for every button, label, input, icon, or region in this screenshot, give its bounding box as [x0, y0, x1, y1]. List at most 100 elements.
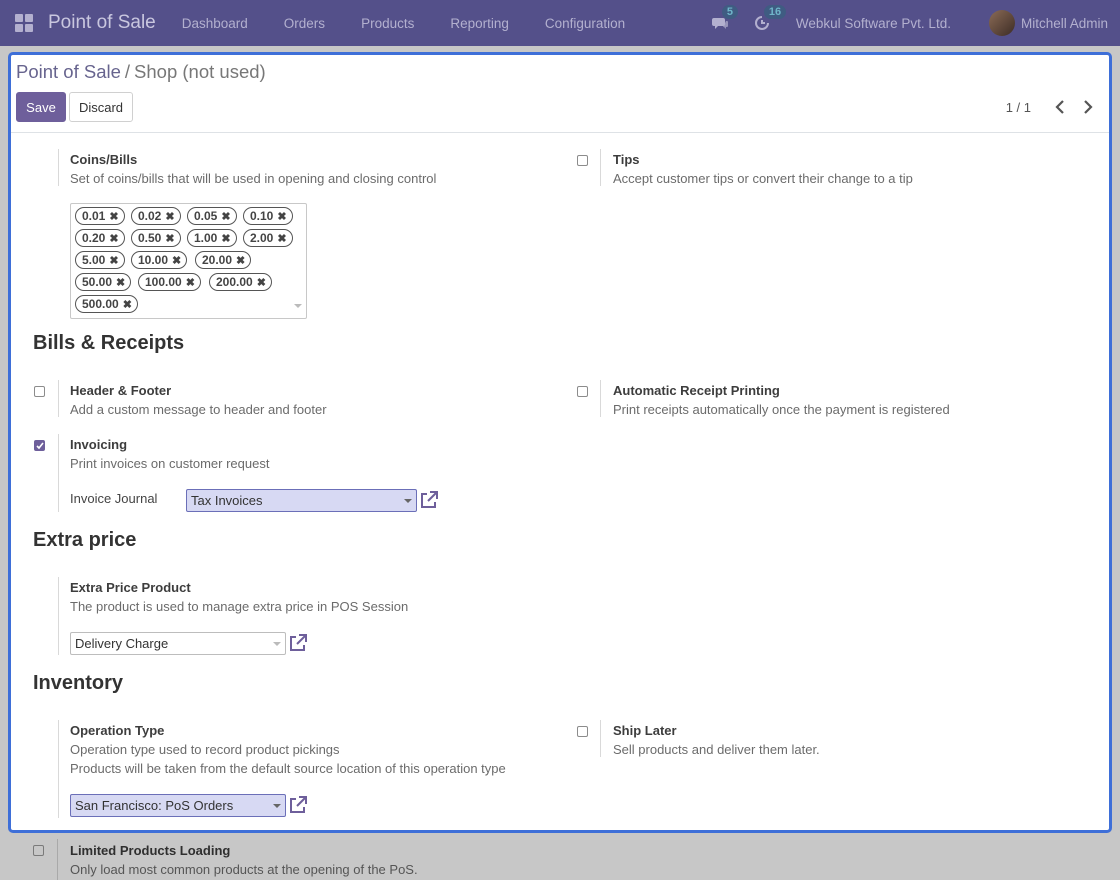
user-menu[interactable]: Mitchell Admin — [1021, 16, 1108, 31]
activities-button[interactable]: 16 — [754, 5, 787, 31]
top-navbar: Point of Sale Dashboard Orders Products … — [0, 0, 1120, 46]
remove-tag-icon[interactable]: ✖ — [257, 276, 266, 289]
invoice-journal-select[interactable]: Tax Invoices — [186, 489, 417, 512]
coin-tag-value: 0.01 — [82, 209, 106, 223]
header-footer-checkbox[interactable] — [34, 386, 45, 397]
coin-tag: 0.02 ✖ — [131, 207, 181, 225]
apps-grid-icon[interactable] — [0, 0, 48, 46]
remove-tag-icon[interactable]: ✖ — [109, 254, 118, 267]
remove-tag-icon[interactable]: ✖ — [236, 254, 245, 267]
header-footer-title: Header & Footer — [70, 383, 172, 398]
operation-type-desc-2: Products will be taken from the default … — [70, 761, 506, 776]
limited-products-loading-desc: Only load most common products at the op… — [70, 862, 418, 877]
extra-price-product-desc: The product is used to manage extra pric… — [70, 599, 409, 614]
chevron-down-icon — [273, 642, 281, 646]
pager-next-button[interactable] — [1081, 99, 1095, 115]
coins-bills-desc: Set of coins/bills that will be used in … — [70, 171, 437, 186]
coin-tag: 20.00 ✖ — [195, 251, 252, 269]
chevron-left-icon — [1055, 100, 1064, 114]
coin-tag: 200.00 ✖ — [209, 273, 272, 291]
discard-button[interactable]: Discard — [69, 92, 133, 122]
coin-tag-value: 500.00 — [82, 297, 119, 311]
invoicing-checkbox[interactable] — [34, 440, 45, 451]
invoice-journal-label: Invoice Journal — [70, 491, 158, 506]
setting-divider — [58, 577, 59, 655]
external-link-icon[interactable] — [288, 633, 308, 653]
chevron-down-icon — [273, 804, 281, 808]
breadcrumb-current: Shop (not used) — [134, 61, 266, 82]
coin-tag: 1.00 ✖ — [187, 229, 237, 247]
coin-tag-value: 100.00 — [145, 275, 182, 289]
coin-tag: 2.00 ✖ — [243, 229, 293, 247]
coin-tag: 10.00 ✖ — [131, 251, 188, 269]
remove-tag-icon[interactable]: ✖ — [116, 276, 125, 289]
operation-type-select[interactable]: San Francisco: PoS Orders — [70, 794, 286, 817]
operation-type-desc: Operation type used to record product pi… — [70, 742, 340, 757]
remove-tag-icon[interactable]: ✖ — [165, 210, 174, 223]
app-name[interactable]: Point of Sale — [48, 12, 156, 34]
coin-tag-value: 10.00 — [138, 253, 169, 267]
pager-previous-button[interactable] — [1053, 99, 1067, 115]
messages-button[interactable]: 5 — [711, 5, 738, 31]
operation-type-value: San Francisco: PoS Orders — [75, 798, 234, 813]
remove-tag-icon[interactable]: ✖ — [277, 232, 286, 245]
remove-tag-icon[interactable]: ✖ — [186, 276, 195, 289]
remove-tag-icon[interactable]: ✖ — [277, 210, 286, 223]
auto-receipt-printing-checkbox[interactable] — [577, 386, 588, 397]
coins-bills-tags-input[interactable]: 0.01 ✖ 0.02 ✖ 0.05 ✖ 0.10 ✖ 0.20 ✖ 0.50 ✖ 1.00… — [70, 203, 307, 319]
coin-tag-value: 0.50 — [138, 231, 162, 245]
coin-tag-value: 0.20 — [82, 231, 106, 245]
background-settings-area: Limited Products Loading Only load most … — [0, 833, 1120, 880]
ship-later-desc: Sell products and deliver them later. — [613, 742, 820, 757]
auto-receipt-printing-title: Automatic Receipt Printing — [613, 383, 780, 398]
coin-tag: 0.50 ✖ — [131, 229, 181, 247]
coin-tag-value: 0.05 — [194, 209, 218, 223]
remove-tag-icon[interactable]: ✖ — [172, 254, 181, 267]
extra-price-product-select[interactable]: Delivery Charge — [70, 632, 286, 655]
tips-title: Tips — [613, 152, 640, 167]
menu-products[interactable]: Products — [361, 16, 414, 31]
menu-configuration[interactable]: Configuration — [545, 16, 625, 31]
coin-tag: 0.05 ✖ — [187, 207, 237, 225]
tips-desc: Accept customer tips or convert their ch… — [613, 171, 913, 186]
extra-price-product-title: Extra Price Product — [70, 580, 191, 595]
remove-tag-icon[interactable]: ✖ — [221, 210, 230, 223]
setting-divider — [600, 720, 601, 757]
limited-products-loading-title: Limited Products Loading — [70, 843, 231, 858]
breadcrumb-root[interactable]: Point of Sale — [16, 61, 121, 82]
remove-tag-icon[interactable]: ✖ — [165, 232, 174, 245]
auto-receipt-printing-desc: Print receipts automatically once the pa… — [613, 402, 950, 417]
menu-dashboard[interactable]: Dashboard — [182, 16, 248, 31]
user-avatar[interactable] — [988, 10, 1015, 36]
invoicing-title: Invoicing — [70, 437, 128, 452]
coin-tag: 0.01 ✖ — [75, 207, 125, 225]
setting-divider — [58, 720, 59, 818]
coin-tag: 5.00 ✖ — [75, 251, 125, 269]
external-link-icon[interactable] — [288, 795, 308, 815]
coin-tag-value: 0.10 — [250, 209, 274, 223]
ship-later-checkbox[interactable] — [577, 726, 588, 737]
company-switcher[interactable]: Webkul Software Pvt. Ltd. — [796, 16, 951, 31]
chevron-down-icon[interactable] — [294, 304, 302, 308]
remove-tag-icon[interactable]: ✖ — [109, 210, 118, 223]
menu-orders[interactable]: Orders — [284, 16, 325, 31]
limited-products-loading-checkbox[interactable] — [33, 845, 44, 856]
tips-checkbox[interactable] — [577, 155, 588, 166]
setting-divider — [58, 149, 59, 186]
external-link-icon[interactable] — [419, 490, 439, 510]
section-heading-bills-receipts: Bills & Receipts — [33, 332, 185, 354]
remove-tag-icon[interactable]: ✖ — [109, 232, 118, 245]
coin-tag-value: 200.00 — [216, 275, 253, 289]
pager-value[interactable]: 1 / 1 — [1006, 100, 1031, 115]
check-icon — [36, 442, 44, 450]
messages-count-badge: 5 — [721, 5, 738, 19]
remove-tag-icon[interactable]: ✖ — [221, 232, 230, 245]
remove-tag-icon[interactable]: ✖ — [123, 298, 132, 311]
menu-reporting[interactable]: Reporting — [450, 16, 509, 31]
save-button[interactable]: Save — [16, 92, 66, 122]
coins-bills-title: Coins/Bills — [70, 152, 138, 167]
activities-count-badge: 16 — [763, 5, 787, 19]
setting-divider — [58, 434, 59, 512]
coin-tag: 50.00 ✖ — [75, 273, 132, 291]
invoicing-desc: Print invoices on customer request — [70, 456, 270, 471]
